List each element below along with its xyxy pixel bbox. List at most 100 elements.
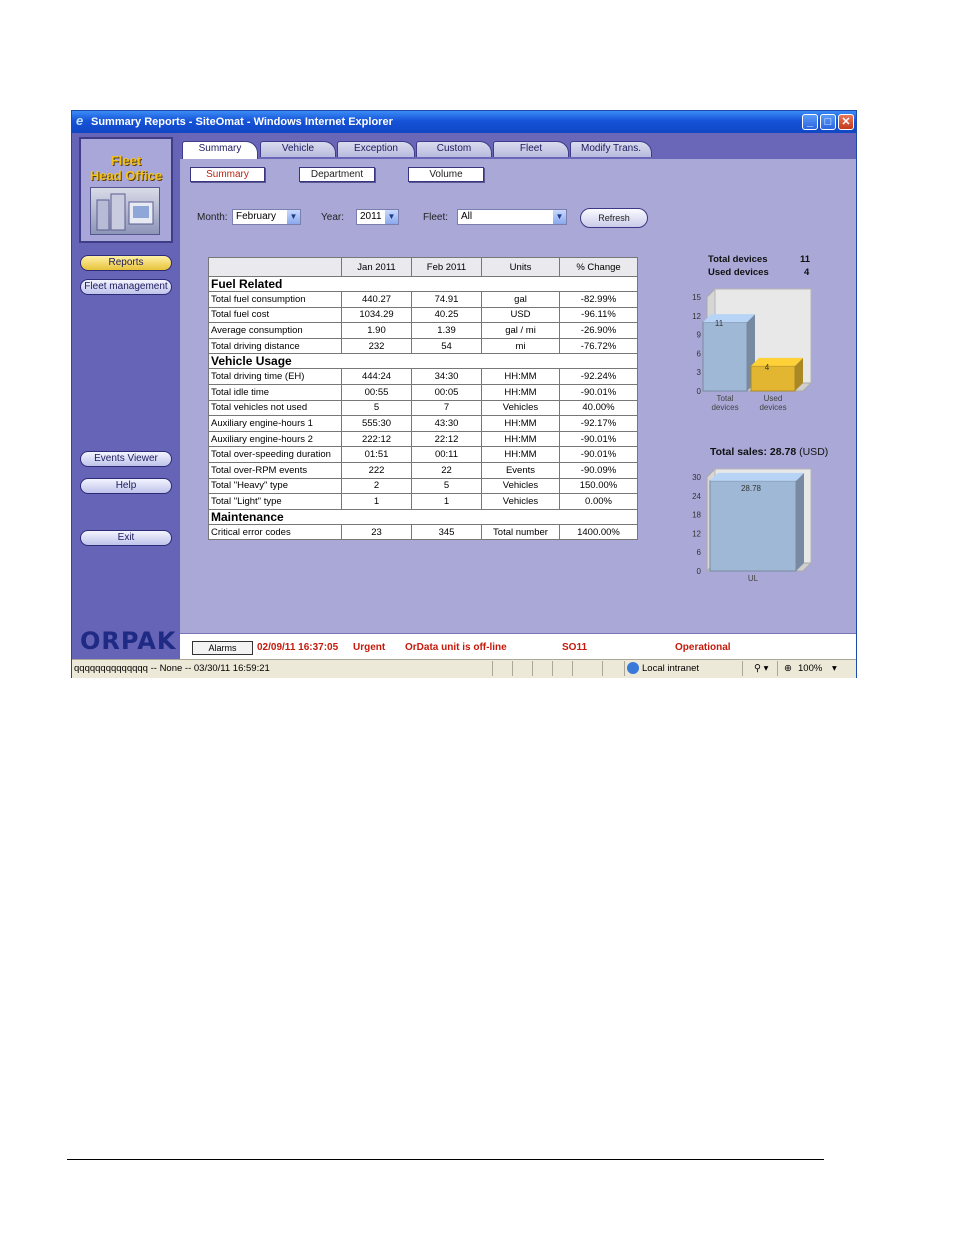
table-cell: HH:MM	[481, 446, 560, 463]
close-button[interactable]: ✕	[838, 114, 854, 130]
zoom-level[interactable]: 100%	[798, 663, 822, 674]
table-cell: -92.24%	[559, 368, 638, 385]
table-cell: HH:MM	[481, 430, 560, 448]
section-row: Vehicle Usage	[208, 353, 638, 369]
tab-vehicle[interactable]: Vehicle	[260, 141, 336, 157]
table-cell: Vehicles	[481, 493, 560, 510]
used-devices-label: Used devices	[708, 267, 769, 278]
security-icon[interactable]: ⚲ ▾	[754, 663, 768, 674]
table-cell: -90.01%	[559, 430, 638, 448]
maximize-button[interactable]: □	[820, 114, 836, 130]
ie-logo-icon: e	[76, 113, 84, 128]
subtab-department[interactable]: Department	[299, 167, 375, 182]
table-row: Total driving time (EH) 444:24 34:30 HH:MM -…	[208, 368, 638, 385]
main-content: Summary Vehicle Exception Custom Fleet M…	[180, 133, 856, 633]
y-tick-label: 6	[697, 548, 702, 557]
fleet-logo: Fleet Head Office	[79, 137, 173, 243]
chevron-down-icon[interactable]: ▼	[553, 210, 566, 224]
status-divider	[602, 661, 603, 676]
row-label: Auxiliary engine-hours 2	[208, 430, 342, 448]
tab-exception[interactable]: Exception	[337, 141, 415, 157]
month-select[interactable]: February ▼	[232, 209, 301, 225]
window-title: Summary Reports - SiteOmat - Windows Int…	[91, 116, 393, 128]
alarm-site: SO11	[562, 642, 588, 653]
events-viewer-button[interactable]: Events Viewer	[80, 451, 172, 467]
tab-custom[interactable]: Custom	[416, 141, 492, 157]
bar	[702, 321, 748, 392]
bar	[750, 365, 796, 392]
y-tick-label: 3	[697, 368, 702, 377]
year-value: 2011	[360, 211, 382, 222]
alarms-button[interactable]: Alarms	[192, 641, 253, 655]
y-tick-label: 0	[697, 387, 702, 396]
header-cell: Feb 2011	[411, 257, 482, 277]
y-tick-label: 15	[692, 293, 701, 302]
minimize-button[interactable]: _	[802, 114, 818, 130]
table-row: Total fuel consumption 440.27 74.91 gal -82.…	[208, 291, 638, 308]
table-cell: -82.99%	[559, 291, 638, 308]
table-row: Total idle time 00:55 00:05 HH:MM -90.01%	[208, 383, 638, 401]
row-label: Total "Heavy" type	[208, 477, 342, 495]
tab-fleet[interactable]: Fleet	[493, 141, 569, 157]
subtab-volume[interactable]: Volume	[408, 167, 484, 182]
status-divider	[492, 661, 493, 676]
table-cell: 345	[411, 523, 482, 541]
row-label: Auxiliary engine-hours 1	[208, 415, 342, 432]
table-cell: gal	[481, 291, 560, 308]
status-divider	[552, 661, 553, 676]
fleet-select[interactable]: All ▼	[457, 209, 567, 225]
help-button[interactable]: Help	[80, 478, 172, 494]
table-cell: 1400.00%	[559, 523, 638, 541]
zoom-dropdown-icon[interactable]: ▾	[832, 663, 837, 674]
table-cell: 1.90	[341, 322, 412, 339]
fleet-label: Fleet:	[423, 212, 449, 223]
browser-window: e Summary Reports - SiteOmat - Windows I…	[71, 110, 857, 678]
app-area: Fleet Head Office Reports Fleet manageme…	[72, 133, 856, 660]
chevron-down-icon[interactable]: ▼	[287, 210, 300, 224]
table-cell: 5	[341, 399, 412, 417]
refresh-button[interactable]: Refresh	[580, 208, 648, 228]
table-cell: 43:30	[411, 415, 482, 432]
subtab-summary[interactable]: Summary	[190, 167, 265, 182]
year-select[interactable]: 2011 ▼	[356, 209, 399, 225]
exit-button[interactable]: Exit	[80, 530, 172, 546]
table-cell: Total number	[481, 523, 560, 541]
table-row: Critical error codes 23 345 Total number 140…	[208, 523, 638, 541]
data-label: 11	[715, 319, 724, 328]
table-row: Total "Light" type 1 1 Vehicles 0.00%	[208, 493, 638, 510]
table-cell: HH:MM	[481, 383, 560, 401]
row-label: Total over-RPM events	[208, 461, 342, 479]
sales-chart: 0 6 12 18 24 30 28.78 UL	[692, 467, 813, 583]
table-cell: 222	[341, 461, 412, 479]
table-cell: Vehicles	[481, 477, 560, 495]
reports-button[interactable]: Reports	[80, 255, 172, 271]
row-label: Total driving distance	[208, 337, 342, 355]
devices-chart: 0369121511Totaldevices4Useddevices	[692, 287, 813, 412]
row-label: Total "Light" type	[208, 493, 342, 510]
table-cell: HH:MM	[481, 368, 560, 385]
table-cell: -76.72%	[559, 337, 638, 355]
tab-summary[interactable]: Summary	[182, 141, 258, 159]
row-label: Average consumption	[208, 322, 342, 339]
category-label: devices	[711, 403, 738, 412]
office-illustration-icon	[90, 187, 160, 235]
table-cell: USD	[481, 306, 560, 324]
status-divider	[624, 661, 625, 676]
alarm-state: Operational	[675, 642, 731, 653]
tab-modify-trans[interactable]: Modify Trans.	[570, 141, 652, 157]
y-tick-label: 30	[692, 473, 701, 482]
row-label: Critical error codes	[208, 523, 342, 541]
category-label: devices	[759, 403, 786, 412]
table-cell: Events	[481, 461, 560, 479]
tab-strip: Summary Vehicle Exception Custom Fleet M…	[180, 133, 856, 159]
table-header-row: Jan 2011 Feb 2011 Units % Change	[208, 257, 638, 277]
table-cell: 2	[341, 477, 412, 495]
browser-status-bar: qqqqqqqqqqqqqq -- None -- 03/30/11 16:59…	[72, 659, 856, 678]
fleet-management-button[interactable]: Fleet management	[80, 279, 172, 295]
zone-text: Local intranet	[642, 663, 700, 674]
data-label: 28.78	[741, 484, 762, 493]
table-cell: 40.00%	[559, 399, 638, 417]
zoom-icon[interactable]: ⊕	[784, 663, 792, 674]
sales-title-unit: (USD)	[796, 446, 829, 458]
chevron-down-icon[interactable]: ▼	[385, 210, 398, 224]
